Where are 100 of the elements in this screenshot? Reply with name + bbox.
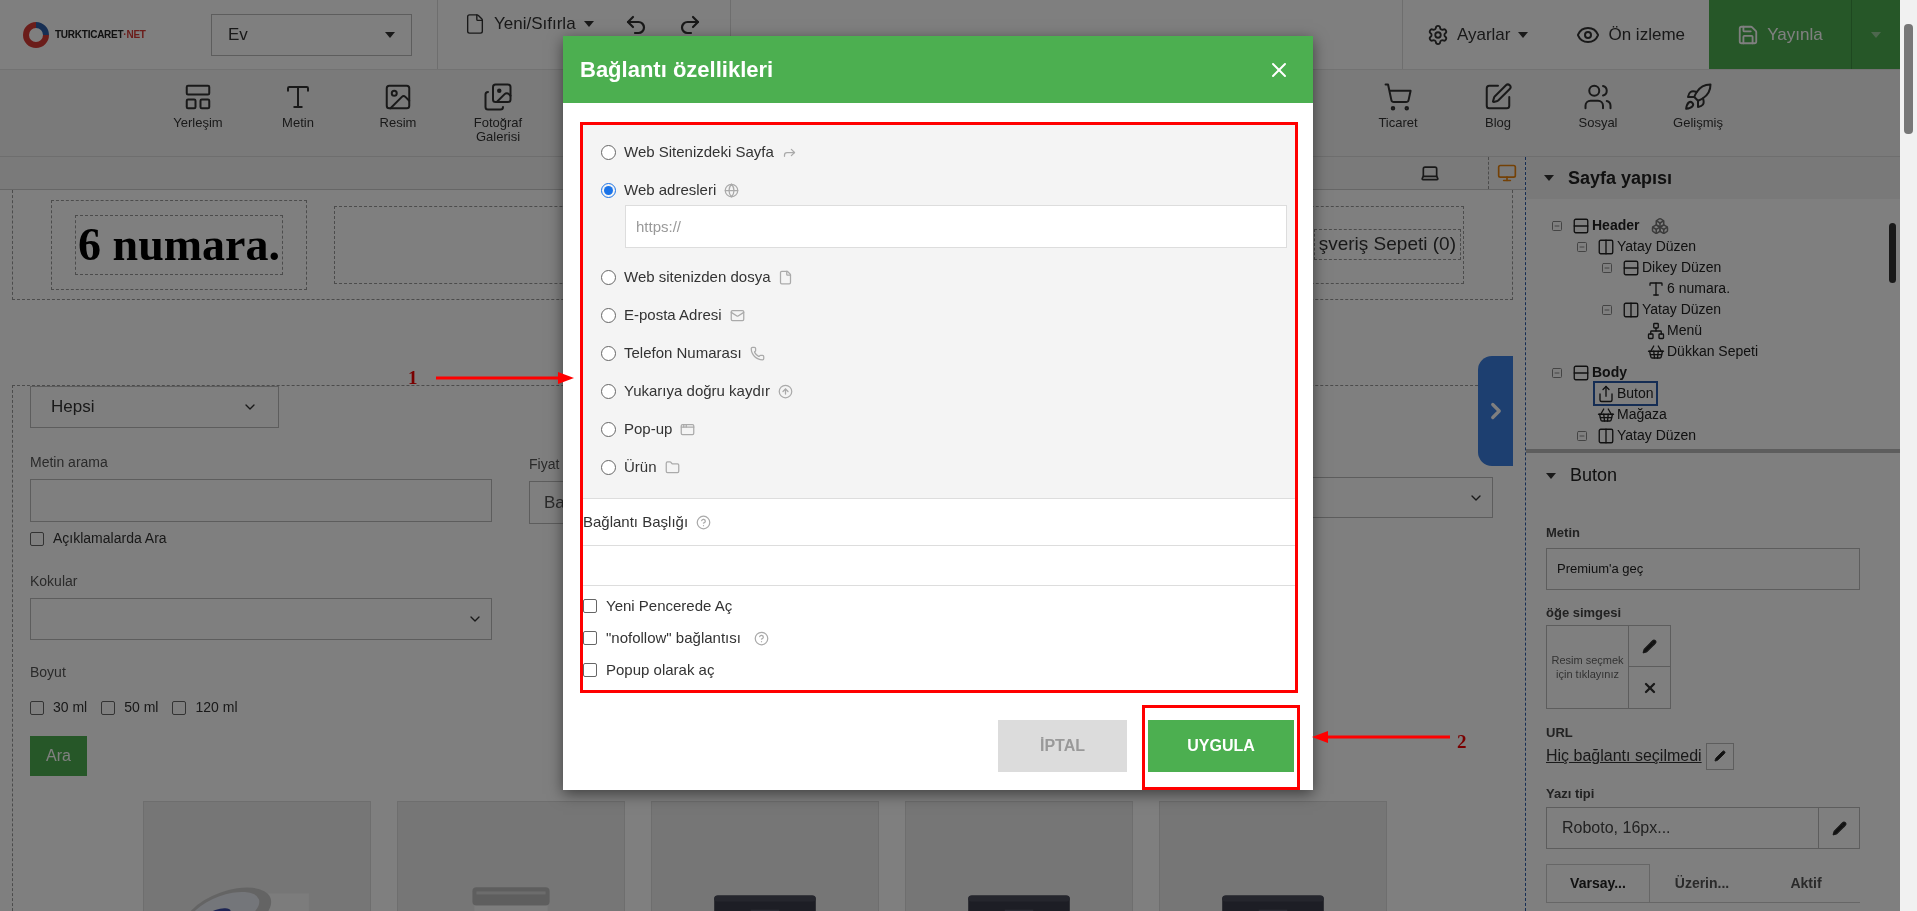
file-icon xyxy=(464,13,486,35)
collapse-icon[interactable] xyxy=(1551,219,1563,232)
pencil-icon xyxy=(1642,638,1657,654)
font-field[interactable]: Roboto, 16px... xyxy=(1546,807,1819,849)
checkbox[interactable] xyxy=(583,663,597,677)
field-label: Metin arama xyxy=(30,453,109,472)
tool-button[interactable]: Gelişmiş xyxy=(1648,70,1748,156)
edit-button[interactable] xyxy=(1705,742,1734,770)
checkbox[interactable] xyxy=(583,599,597,613)
settings-button[interactable]: Ayarlar xyxy=(1426,21,1529,48)
gallery-icon xyxy=(483,82,513,112)
option-label: Web sitenizden dosya xyxy=(624,266,771,287)
image-icon xyxy=(383,82,413,112)
caret-icon xyxy=(1544,175,1554,181)
field-label: Fiyat xyxy=(529,455,560,474)
edit-button[interactable] xyxy=(1819,807,1860,849)
collapse-icon[interactable] xyxy=(1601,261,1613,274)
caret-icon xyxy=(583,21,594,27)
text-icon xyxy=(1647,279,1665,298)
collapse-icon[interactable] xyxy=(1576,240,1588,253)
text-field[interactable]: Premium'a geç xyxy=(1546,547,1860,590)
option-label: Pop-up xyxy=(624,418,673,439)
title-field[interactable] xyxy=(583,545,1295,586)
pencil-icon xyxy=(1831,820,1847,836)
page-select[interactable]: Ev xyxy=(211,13,412,56)
basket-icon xyxy=(1647,342,1665,361)
columns-icon xyxy=(1622,300,1640,319)
window-icon xyxy=(680,421,696,437)
option-label: Web Sitenizdeki Sayfa xyxy=(624,141,774,162)
tab[interactable]: Aktif xyxy=(1754,864,1858,902)
remove-button[interactable] xyxy=(1629,667,1671,709)
option-label: Ürün xyxy=(624,456,657,477)
option-label: Yukarıya doğru kaydır xyxy=(624,380,770,401)
layout-icon xyxy=(183,82,213,112)
tool-button[interactable]: Resim xyxy=(348,70,448,156)
tab[interactable]: Varsay... xyxy=(1546,864,1650,902)
globe-icon xyxy=(724,182,740,198)
annotation-label: 2 xyxy=(1457,730,1467,754)
checkbox[interactable] xyxy=(30,531,44,546)
panel-title: Buton xyxy=(1570,464,1618,487)
search-field[interactable] xyxy=(30,479,492,522)
caret-icon xyxy=(1871,31,1881,38)
edit-button[interactable] xyxy=(1629,625,1671,667)
option-label: Telefon Numarası xyxy=(624,342,742,363)
pencil-icon xyxy=(1713,750,1726,762)
desktop-icon[interactable] xyxy=(1497,163,1517,183)
url-field[interactable]: https:// xyxy=(625,205,1287,248)
basket-icon xyxy=(1597,405,1615,424)
tab[interactable]: Üzerin... xyxy=(1650,864,1754,902)
arrow-up-icon xyxy=(777,383,793,399)
tool-button[interactable]: Metin xyxy=(248,70,348,156)
settings-icon xyxy=(1426,23,1449,46)
site-logo: 6 numara. xyxy=(75,214,283,275)
radio-button[interactable] xyxy=(601,345,616,361)
checkbox-label: 120 ml xyxy=(195,698,238,717)
scrollbar[interactable] xyxy=(1889,223,1896,283)
rocket-icon xyxy=(1683,82,1713,112)
checkbox[interactable] xyxy=(101,700,116,715)
tool-button[interactable]: Blog xyxy=(1448,70,1548,156)
radio-button[interactable] xyxy=(601,307,616,323)
laptop-icon[interactable] xyxy=(1420,163,1440,183)
tool-button[interactable]: Sosyal xyxy=(1548,70,1648,156)
mail-icon xyxy=(729,307,745,323)
radio-button[interactable] xyxy=(601,144,616,160)
option-label: Web adresleri xyxy=(624,179,717,200)
tree-item[interactable]: Buton xyxy=(1593,381,1658,406)
field-label: Bağlantı Başlığı xyxy=(583,511,689,532)
radio-button[interactable] xyxy=(601,459,616,475)
collapse-icon[interactable] xyxy=(1601,303,1613,316)
caret-icon xyxy=(1546,472,1556,479)
tool-button[interactable]: Ticaret xyxy=(1348,70,1448,156)
new-menu-button[interactable]: Yeni/Sıfırla xyxy=(464,13,594,35)
help-icon xyxy=(696,514,712,530)
radio-button[interactable] xyxy=(601,269,616,285)
dialog-title: Bağlantı özellikleri xyxy=(580,56,774,84)
checkbox[interactable] xyxy=(583,631,597,645)
columns-icon xyxy=(1597,237,1615,256)
panel-toggle-button[interactable] xyxy=(1478,356,1513,466)
phone-icon xyxy=(749,345,765,361)
collapse-icon[interactable] xyxy=(1551,366,1563,379)
cart-icon xyxy=(1383,82,1413,112)
collapse-icon[interactable] xyxy=(1576,429,1588,442)
field-label: öğe simgesi xyxy=(1546,603,1623,622)
preview-button[interactable]: Ön izleme xyxy=(1576,21,1685,48)
apply-button[interactable]: UYGULA xyxy=(1148,720,1294,772)
radio-button[interactable] xyxy=(601,383,616,399)
category-select[interactable]: Hepsi xyxy=(30,386,279,428)
tool-button[interactable]: Fotoğraf Galerisi xyxy=(448,70,548,156)
field-label: URL xyxy=(1546,724,1574,742)
field-label: Metin xyxy=(1546,524,1581,542)
checkbox[interactable] xyxy=(172,700,187,715)
tool-button[interactable]: Yerleşim xyxy=(148,70,248,156)
radio-button[interactable] xyxy=(601,421,616,437)
checkbox[interactable] xyxy=(30,700,44,715)
scrollbar[interactable] xyxy=(1904,24,1913,134)
field-label: Boyut xyxy=(30,663,67,682)
url-link[interactable]: Hiç bağlantı seçilmedi xyxy=(1546,744,1702,768)
folder-icon xyxy=(664,459,680,475)
image-picker[interactable]: Resim seçmek için tıklayınız xyxy=(1546,625,1629,709)
share-icon xyxy=(1597,384,1615,403)
